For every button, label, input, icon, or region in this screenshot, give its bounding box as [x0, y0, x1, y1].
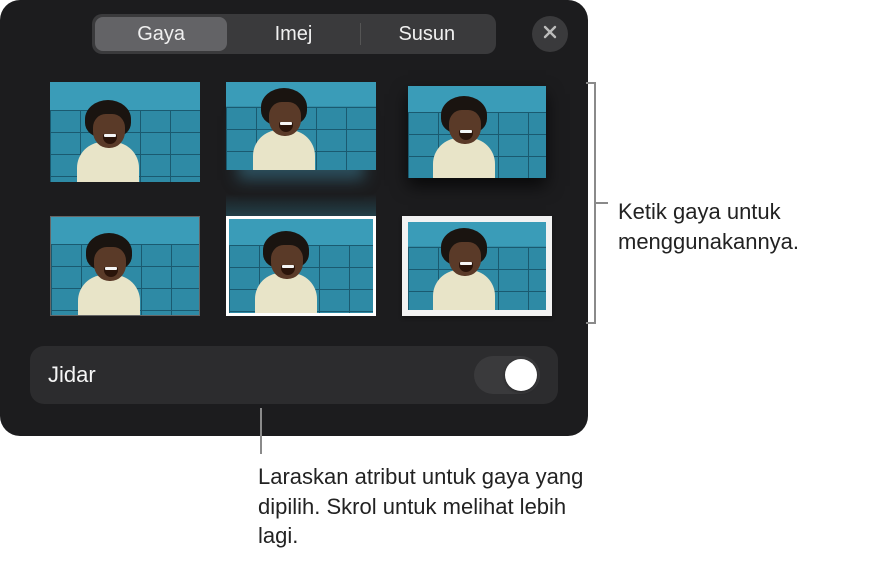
close-button[interactable]: [532, 16, 568, 52]
callout-adjust-attributes: Laraskan atribut untuk gaya yang dipilih…: [258, 462, 598, 551]
border-toggle[interactable]: [474, 356, 540, 394]
style-option-reflection[interactable]: [226, 82, 376, 194]
style-option-white-border[interactable]: [226, 216, 376, 316]
tab-image-label: Imej: [275, 23, 313, 46]
reflection-effect: [226, 194, 376, 218]
toggle-knob: [505, 359, 537, 391]
tab-style[interactable]: Gaya: [95, 17, 227, 51]
style-grid: [14, 82, 574, 316]
format-inspector-panel: Gaya Imej Susun: [0, 0, 588, 436]
close-icon: [542, 23, 558, 46]
style-option-thick-frame[interactable]: [402, 216, 552, 316]
tab-style-label: Gaya: [137, 23, 185, 46]
style-option-thin-border[interactable]: [50, 216, 200, 316]
tab-bar: Gaya Imej Susun: [14, 14, 574, 54]
border-label: Jidar: [48, 362, 96, 388]
callout-leader-line: [260, 408, 262, 454]
style-option-plain[interactable]: [50, 82, 200, 182]
style-option-shadow[interactable]: [402, 82, 552, 182]
tab-arrange[interactable]: Susun: [361, 17, 493, 51]
segmented-control: Gaya Imej Susun: [92, 14, 496, 54]
callout-tap-style: Ketik gaya untuk menggunakannya.: [618, 197, 878, 256]
border-attribute-row[interactable]: Jidar: [30, 346, 558, 404]
tab-image[interactable]: Imej: [227, 17, 359, 51]
tab-arrange-label: Susun: [398, 23, 455, 46]
callout-bracket: [594, 78, 612, 328]
